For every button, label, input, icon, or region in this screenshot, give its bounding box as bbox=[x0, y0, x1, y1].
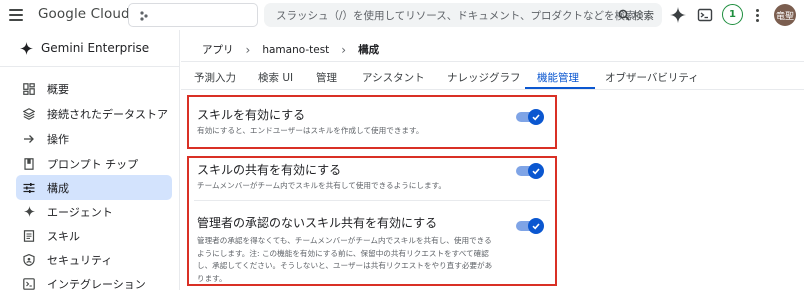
check-icon bbox=[532, 223, 540, 230]
enable-unapproved-sharing-description: 管理者の承認を得なくても、チームメンバーがチーム内でスキルを共有し、使用できる … bbox=[197, 235, 517, 285]
sidebar-item-skills[interactable]: スキル bbox=[16, 223, 172, 248]
tab-bar: 予測入力 検索 UI 管理 アシスタント ナレッジグラフ 機能管理 オブザーバビ… bbox=[181, 62, 804, 90]
notifications-badge[interactable]: 1 bbox=[722, 4, 743, 25]
more-options-icon[interactable] bbox=[752, 6, 762, 24]
brand-logo[interactable]: Google Cloud bbox=[38, 6, 130, 22]
check-icon bbox=[532, 114, 540, 121]
sidebar: Gemini Enterprise 概要 接続されたデータストア 操作 プロンプ… bbox=[0, 30, 180, 290]
search-icon bbox=[618, 9, 630, 21]
description-line: ようにします。注: この機能を有効にする前に、保留中の共有リクエストをすべて確認 bbox=[197, 248, 489, 258]
toggle-knob bbox=[528, 109, 544, 125]
gemini-sparkle-icon[interactable] bbox=[668, 5, 688, 25]
sidebar-item-prompt-tips[interactable]: プロンプト チップ bbox=[16, 151, 172, 176]
settings-divider bbox=[194, 200, 550, 201]
breadcrumb-app-name[interactable]: hamano-test bbox=[262, 44, 329, 56]
top-bar: Google Cloud スラッシュ（/）を使用してリソース、ドキュメント、プロ… bbox=[0, 0, 804, 30]
description-line: ります。 bbox=[197, 273, 227, 283]
sidebar-divider bbox=[0, 66, 180, 67]
sidebar-item-label: スキル bbox=[47, 229, 80, 243]
sparkle-icon bbox=[23, 206, 35, 218]
sidebar-item-label: プロンプト チップ bbox=[47, 157, 139, 171]
sidebar-item-agents[interactable]: エージェント bbox=[16, 199, 172, 224]
sidebar-item-label: 構成 bbox=[47, 181, 69, 195]
sidebar-item-integrations[interactable]: インテグレーション bbox=[16, 271, 172, 290]
sidebar-header: Gemini Enterprise bbox=[20, 41, 149, 55]
sidebar-item-actions[interactable]: 操作 bbox=[16, 126, 172, 151]
sidebar-title: Gemini Enterprise bbox=[41, 41, 150, 55]
sidebar-item-connected-data-stores[interactable]: 接続されたデータストア bbox=[16, 101, 172, 126]
bookmark-icon bbox=[23, 157, 35, 170]
tab-observability[interactable]: オブザーバビリティ bbox=[605, 70, 699, 85]
sidebar-item-label: 接続されたデータストア bbox=[47, 107, 168, 121]
breadcrumb-current: 構成 bbox=[358, 44, 380, 56]
enable-skills-description: 有効にすると、エンドユーザーはスキルを作成して使用できます。 bbox=[197, 126, 424, 135]
search-bar[interactable]: スラッシュ（/）を使用してリソース、ドキュメント、プロダクトなどを検索 検索 bbox=[264, 3, 662, 27]
chevron-right-icon: › bbox=[245, 42, 251, 57]
dashboard-icon bbox=[23, 82, 35, 95]
data-store-icon bbox=[23, 107, 35, 120]
enable-sharing-description: チームメンバーがチーム内でスキルを共有して使用できるようにします。 bbox=[197, 181, 446, 190]
sidebar-item-configuration[interactable]: 構成 bbox=[16, 175, 172, 200]
enable-sharing-toggle[interactable] bbox=[516, 163, 544, 179]
breadcrumb-apps[interactable]: アプリ bbox=[202, 42, 234, 57]
enable-skills-toggle[interactable] bbox=[516, 109, 544, 125]
project-icon bbox=[140, 11, 148, 21]
sidebar-item-security[interactable]: セキュリティ bbox=[16, 247, 172, 272]
tab-search-ui[interactable]: 検索 UI bbox=[258, 70, 293, 85]
active-tab-indicator bbox=[525, 87, 595, 89]
sidebar-item-label: エージェント bbox=[47, 205, 113, 219]
enable-unapproved-sharing-title: 管理者の承認のないスキル共有を有効にする bbox=[197, 216, 438, 230]
enable-unapproved-sharing-toggle[interactable] bbox=[516, 218, 544, 234]
cloud-shell-icon[interactable] bbox=[695, 5, 715, 25]
breadcrumb: アプリ › hamano-test › 構成 bbox=[202, 42, 379, 57]
sidebar-item-label: セキュリティ bbox=[47, 253, 113, 267]
project-picker[interactable] bbox=[128, 3, 258, 27]
gemini-enterprise-icon bbox=[20, 41, 33, 55]
enable-skills-title: スキルを有効にする bbox=[197, 108, 306, 122]
integration-icon bbox=[23, 277, 35, 290]
tab-autocomplete[interactable]: 予測入力 bbox=[194, 70, 236, 85]
search-button-label: 検索 bbox=[633, 9, 654, 22]
enable-sharing-title: スキルの共有を有効にする bbox=[197, 163, 342, 177]
check-icon bbox=[532, 168, 540, 175]
tab-assistant[interactable]: アシスタント bbox=[362, 70, 425, 85]
shield-icon bbox=[23, 253, 35, 266]
toggle-knob bbox=[528, 163, 544, 179]
arrow-right-icon bbox=[23, 133, 35, 145]
description-line: し、承認してください。そうしないと、ユーザーは共有リクエストをやり直す必要があ bbox=[197, 261, 493, 271]
sidebar-item-overview[interactable]: 概要 bbox=[16, 76, 172, 101]
sidebar-item-label: 概要 bbox=[47, 82, 69, 96]
search-input[interactable]: スラッシュ（/）を使用してリソース、ドキュメント、プロダクトなどを検索 bbox=[276, 8, 636, 23]
tab-knowledge-graph[interactable]: ナレッジグラフ bbox=[447, 70, 521, 85]
sidebar-item-label: 操作 bbox=[47, 132, 69, 146]
search-button[interactable]: 検索 bbox=[618, 6, 654, 24]
description-line: 管理者の承認を得なくても、チームメンバーがチーム内でスキルを共有し、使用できる bbox=[197, 236, 492, 245]
tab-management[interactable]: 管理 bbox=[316, 70, 337, 85]
toggle-knob bbox=[528, 218, 544, 234]
avatar[interactable]: 竜聖 bbox=[774, 4, 796, 26]
hamburger-menu-icon[interactable] bbox=[6, 5, 26, 25]
chevron-right-icon: › bbox=[341, 42, 347, 57]
tab-feature-management[interactable]: 機能管理 bbox=[537, 70, 579, 85]
sidebar-item-label: インテグレーション bbox=[47, 277, 146, 290]
tune-icon bbox=[23, 182, 35, 194]
document-icon bbox=[23, 229, 35, 242]
